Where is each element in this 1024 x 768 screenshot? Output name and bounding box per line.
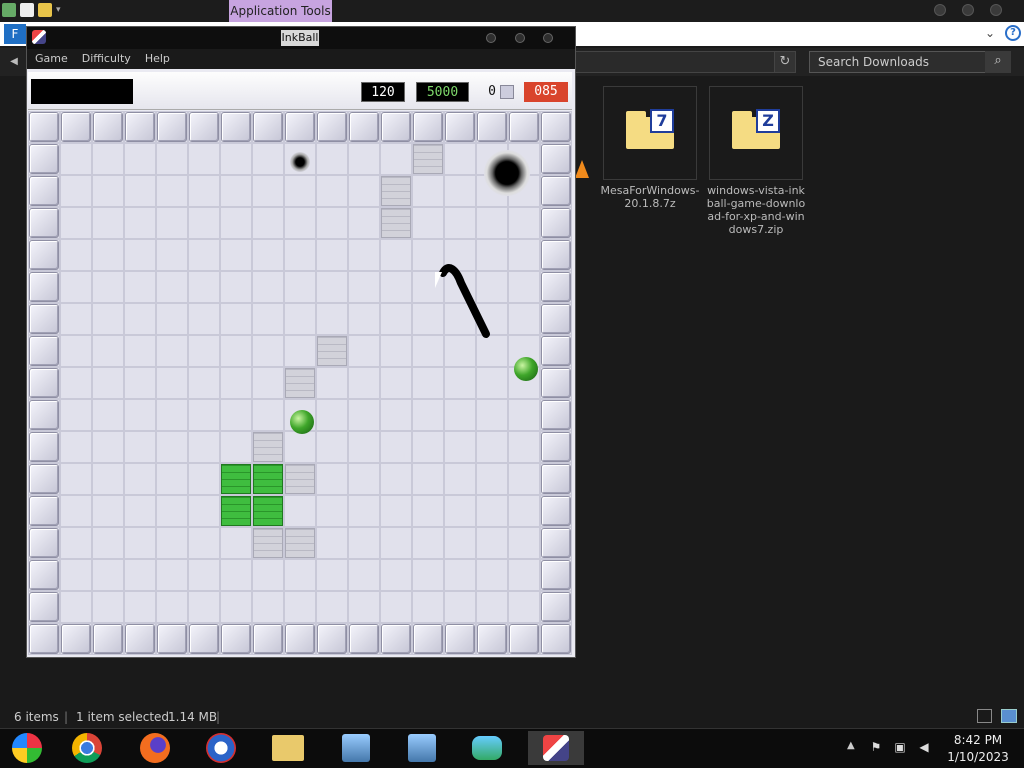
ink-stroke-layer — [439, 264, 490, 338]
show-hidden-icons-icon[interactable]: ▲ — [847, 740, 855, 751]
time-counter: 120 — [361, 82, 405, 102]
item-count: 6 items — [14, 710, 59, 724]
search-input[interactable]: Search Downloads — [809, 51, 1011, 73]
start-orb-icon[interactable] — [7, 731, 47, 765]
close-button[interactable] — [990, 4, 1002, 16]
clock-time: 8:42 PM — [953, 733, 1003, 747]
inkball-menu-bar: Game Difficulty Help — [27, 49, 575, 69]
file-name: MesaForWindows-20.1.8.7z — [600, 184, 700, 210]
inkball-icon[interactable] — [528, 731, 584, 765]
details-view-icon[interactable] — [977, 709, 992, 723]
network-setup-icon[interactable] — [402, 731, 442, 765]
minimize-button[interactable] — [934, 4, 946, 16]
file-tab[interactable]: F — [4, 24, 26, 44]
taskbar-clock[interactable]: 8:42 PM 1/10/2023 — [942, 732, 1014, 766]
status-divider: | — [64, 710, 69, 724]
status-divider: | — [216, 710, 221, 724]
maximize-button[interactable] — [962, 4, 974, 16]
menu-difficulty[interactable]: Difficulty — [82, 49, 139, 69]
inkball-app-icon — [32, 30, 46, 44]
inkball-maximize-button[interactable] — [515, 33, 525, 43]
clock-date: 1/10/2023 — [947, 750, 1009, 764]
back-arrow-icon[interactable]: ◀ — [4, 51, 24, 73]
score-counter: 5000 — [416, 82, 469, 102]
ribbon-expand-chevron-icon[interactable]: ⌄ — [985, 26, 995, 40]
quick-access-toolbar: ▾ — [2, 3, 61, 17]
search-icon[interactable]: ⌕ — [985, 51, 1011, 73]
help-icon[interactable]: ? — [1005, 25, 1021, 41]
users-icon[interactable] — [467, 731, 507, 765]
window-title: InkBall — [281, 30, 319, 46]
large-icons-view-icon[interactable] — [1001, 709, 1017, 723]
network-icon[interactable]: ▣ — [893, 740, 907, 754]
file-tile-inkball-zip[interactable]: Z — [709, 86, 803, 180]
menu-help[interactable]: Help — [145, 49, 178, 69]
archive-folder-icon: Z — [732, 109, 780, 149]
chrome-icon[interactable] — [67, 731, 107, 765]
inkball-minimize-button[interactable] — [486, 33, 496, 43]
opera-icon[interactable] — [201, 731, 241, 765]
file-tile-mesa[interactable]: 7 — [603, 86, 697, 180]
ball-queue-panel — [31, 79, 133, 104]
selection-size: 1.14 MB — [168, 710, 218, 724]
game-board[interactable] — [28, 111, 572, 655]
ball-color-indicator — [500, 85, 514, 99]
balls-counter: 0 — [488, 84, 496, 99]
file-explorer-icon[interactable] — [268, 731, 308, 765]
firefox-icon[interactable] — [135, 731, 175, 765]
address-input[interactable] — [572, 51, 796, 73]
vlc-cone-icon — [575, 160, 589, 178]
customize-chevron-icon[interactable]: ▾ — [56, 5, 61, 15]
new-folder-icon[interactable] — [38, 3, 52, 17]
contextual-tab-application-tools[interactable]: Application Tools — [229, 0, 332, 22]
selection-count: 1 item selected — [76, 710, 170, 724]
remaining-counter: 085 — [524, 82, 568, 102]
ink-stroke — [439, 264, 490, 338]
network-setup-icon[interactable] — [336, 731, 376, 765]
file-name: windows-vista-inkball-game-download-for-… — [706, 184, 806, 236]
refresh-icon[interactable]: ↻ — [774, 51, 796, 73]
mouse-cursor-icon — [435, 272, 442, 288]
folder-properties-icon[interactable] — [2, 3, 16, 17]
inkball-close-button[interactable] — [543, 33, 553, 43]
explorer-title-bar — [0, 0, 1024, 22]
menu-game[interactable]: Game — [35, 49, 76, 69]
volume-icon[interactable]: ◀ — [917, 740, 931, 754]
flag-icon[interactable]: ⚑ — [869, 740, 883, 754]
new-document-icon[interactable] — [20, 3, 34, 17]
archive-folder-icon: 7 — [626, 109, 674, 149]
